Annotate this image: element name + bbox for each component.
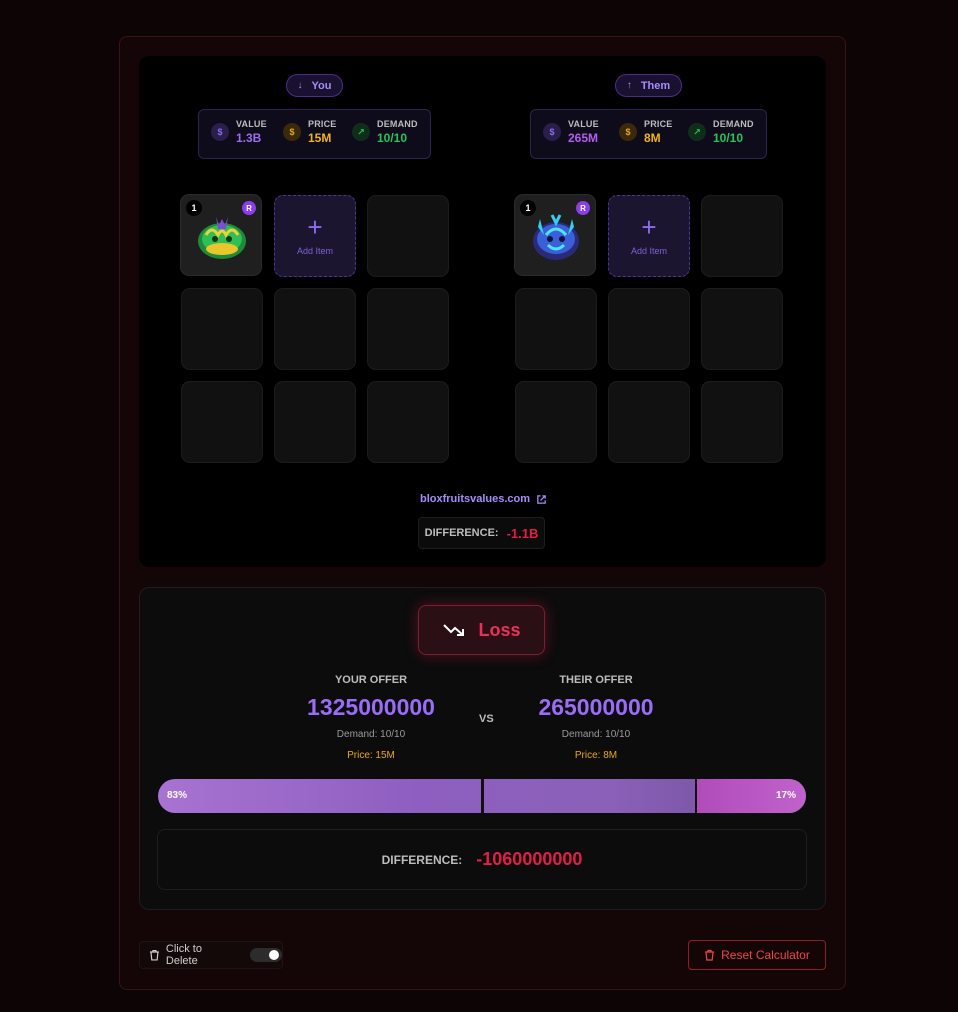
plus-icon: + [641,212,657,242]
stat-label: DEMAND [377,119,418,129]
you-demand: 10/10 [377,131,408,145]
difference-total: DIFFERENCE: -1060000000 [157,829,807,890]
add-item-label: Add Item [630,246,668,256]
you-tag-label: You [311,79,332,92]
dollar-icon: $ [211,123,229,141]
trending-up-icon: ↗ [352,123,370,141]
arrow-down-icon: ↓ [297,80,303,91]
green-fruit-icon [198,217,246,259]
them-demand: 10/10 [713,131,744,145]
coin-icon: $ [619,123,637,141]
empty-slot[interactable] [701,381,783,463]
you-add-item-button[interactable]: + Add Item [274,195,356,277]
trash-icon [149,949,159,961]
stat-label: PRICE [308,119,337,129]
them-price-stat: $ PRICE 8M [619,120,673,144]
click-to-delete-label: Click to Delete [165,943,202,967]
them-side-tag: ↑ Them [615,74,682,97]
bar-center-divider [481,779,484,813]
empty-slot[interactable] [274,288,356,370]
them-value: 265M [568,131,599,145]
vs-label: VS [479,713,494,725]
empty-slot[interactable] [515,381,597,463]
empty-slot[interactable] [274,381,356,463]
you-price: 15M [308,131,332,145]
empty-slot[interactable] [701,195,783,277]
them-demand-stat: ↗ DEMAND 10/10 [688,120,754,144]
their-offer-value: 265000000 [538,694,654,720]
plus-icon: + [307,212,323,242]
trash-icon [705,949,715,961]
empty-slot[interactable] [181,288,263,370]
difference-total-label: DIFFERENCE: [381,852,463,867]
difference-value: -1.1B [506,525,539,541]
reset-calculator-button[interactable]: Reset Calculator [688,940,826,970]
empty-slot[interactable] [608,288,690,370]
difference-total-value: -1060000000 [476,849,583,869]
empty-slot[interactable] [515,288,597,370]
delete-switch[interactable] [250,948,282,962]
empty-slot[interactable] [608,381,690,463]
them-tag-label: Them [640,79,671,92]
blue-fruit-icon [533,214,579,260]
your-offer-price: Price: 15M [347,750,395,761]
empty-slot[interactable] [701,288,783,370]
you-demand-stat: ↗ DEMAND 10/10 [352,120,418,144]
their-offer-price: Price: 8M [574,750,618,761]
your-offer-value: 1325000000 [307,694,435,720]
stat-label: PRICE [644,119,673,129]
bar-split-divider [695,779,697,813]
site-link[interactable]: bloxfruitsvalues.com [420,493,547,505]
your-offer-label: YOUR OFFER [334,674,408,686]
trending-up-icon: ↗ [688,123,706,141]
them-stats-box: $ VALUE 265M $ PRICE 8M ↗ DEMAND 10/10 [530,109,767,159]
you-item-slot[interactable]: 1 R [180,194,262,276]
them-add-item-button[interactable]: + Add Item [608,195,690,277]
external-link-icon [537,494,546,504]
difference-summary: DIFFERENCE: -1.1B [418,517,545,549]
stat-label: DEMAND [713,119,754,129]
stat-label: VALUE [236,119,267,129]
empty-slot[interactable] [367,288,449,370]
them-value-stat: $ VALUE 265M [543,120,599,144]
arrow-up-icon: ↑ [626,80,632,91]
switch-knob [268,950,279,960]
empty-slot[interactable] [181,381,263,463]
your-share-label: 83% [167,790,188,801]
you-price-stat: $ PRICE 15M [283,120,337,144]
dollar-icon: $ [543,123,561,141]
trending-down-icon [443,624,465,636]
reset-calculator-label: Reset Calculator [721,948,810,962]
verdict-badge: Loss [418,605,545,655]
their-offer-label: THEIR OFFER [559,674,633,686]
value-ratio-bar: 83% 17% [158,779,806,813]
empty-slot[interactable] [367,381,449,463]
coin-icon: $ [283,123,301,141]
their-share-label: 17% [775,790,796,801]
them-price: 8M [644,131,661,145]
your-offer: YOUR OFFER 1325000000 Demand: 10/10 Pric… [276,674,466,761]
their-offer-demand: Demand: 10/10 [561,729,631,740]
your-offer-demand: Demand: 10/10 [336,729,406,740]
their-offer: THEIR OFFER 265000000 Demand: 10/10 Pric… [501,674,691,761]
you-side-tag: ↓ You [286,74,343,97]
empty-slot[interactable] [367,195,449,277]
you-value: 1.3B [236,131,262,145]
difference-label: DIFFERENCE: [424,527,499,539]
click-to-delete-toggle[interactable]: Click to Delete [139,941,283,969]
add-item-label: Add Item [296,246,334,256]
them-item-slot[interactable]: 1 R [514,194,596,276]
site-link-label: bloxfruitsvalues.com [420,493,531,505]
verdict-label: Loss [478,619,521,640]
you-stats-box: $ VALUE 1.3B $ PRICE 15M ↗ DEMAND 10/10 [198,109,431,159]
stat-label: VALUE [568,119,599,129]
you-value-stat: $ VALUE 1.3B [211,120,267,144]
